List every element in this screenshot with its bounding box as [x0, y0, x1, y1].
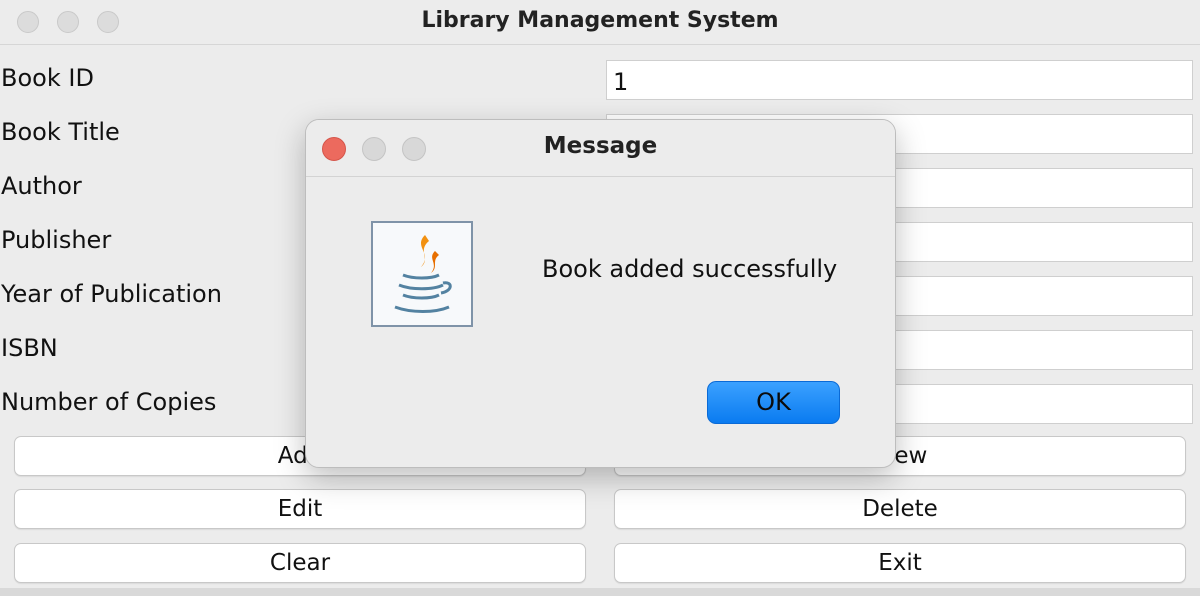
label-publisher: Publisher: [1, 226, 112, 254]
dialog-titlebar: Message: [306, 120, 895, 177]
dialog-message: Book added successfully: [542, 255, 838, 283]
exit-button[interactable]: Exit: [614, 543, 1186, 583]
window-bottom-strip: [0, 588, 1200, 596]
window-titlebar: Library Management System: [0, 0, 1200, 45]
dialog-title: Message: [543, 133, 658, 159]
window-title: Library Management System: [421, 8, 779, 33]
label-isbn: ISBN: [1, 334, 58, 362]
message-dialog: Message Book added successfully OK: [305, 119, 896, 468]
ok-button[interactable]: OK: [707, 381, 840, 424]
java-coffee-cup-icon: [371, 221, 473, 327]
book-id-field[interactable]: [606, 60, 1193, 100]
label-book-id: Book ID: [1, 64, 94, 92]
clear-button[interactable]: Clear: [14, 543, 586, 583]
delete-button[interactable]: Delete: [614, 489, 1186, 529]
label-number-of-copies: Number of Copies: [1, 388, 217, 416]
label-year-of-publication: Year of Publication: [1, 280, 222, 308]
edit-button[interactable]: Edit: [14, 489, 586, 529]
label-author: Author: [1, 172, 82, 200]
label-book-title: Book Title: [1, 118, 120, 146]
